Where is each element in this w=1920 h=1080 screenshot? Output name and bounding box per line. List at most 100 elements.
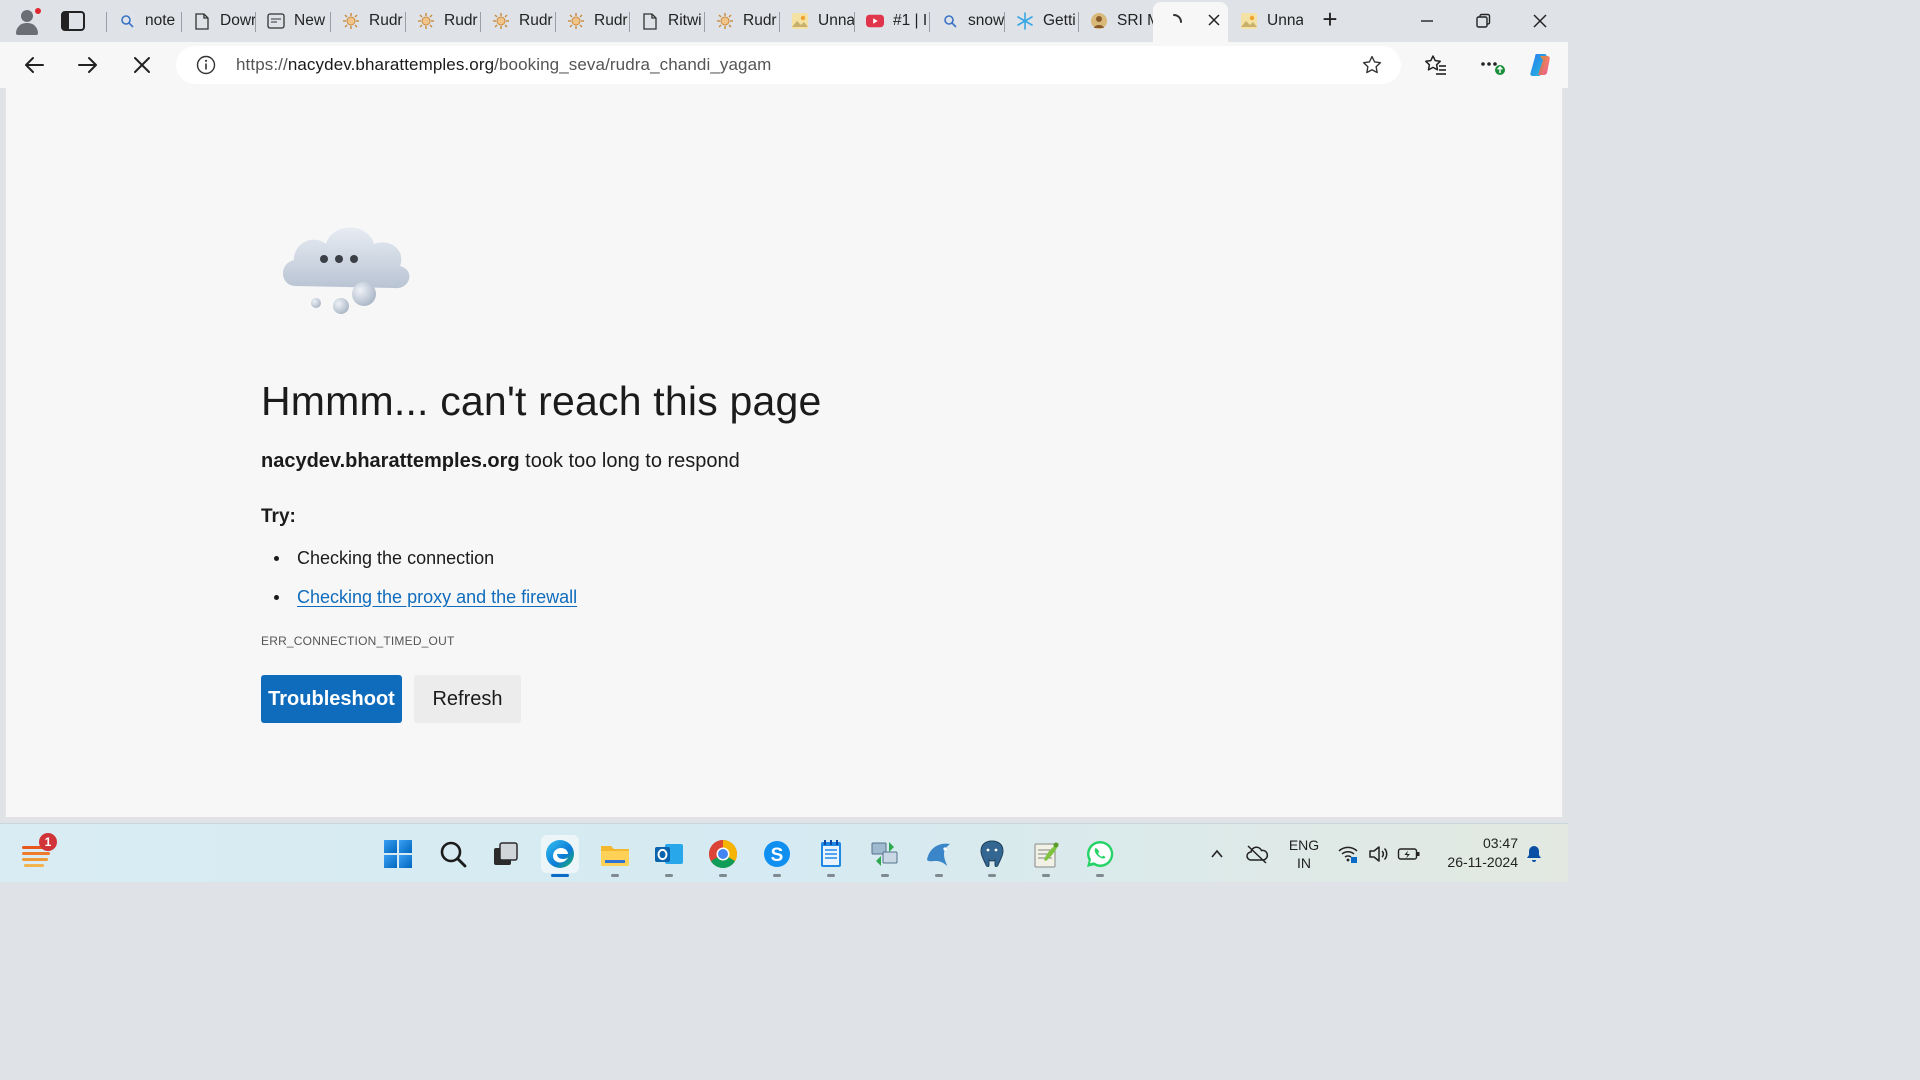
taskbar-notepad-plus-plus[interactable] [1027,835,1065,877]
taskbar-network-tool[interactable] [866,835,904,877]
chrome-icon [709,840,737,868]
new-tab-button[interactable]: + [1318,6,1342,32]
file-explorer-icon [601,846,629,866]
tab-title: #1 | I [893,12,928,29]
tab-separator [629,12,630,32]
youtube-icon [866,12,884,30]
minimize-button[interactable] [1412,6,1442,36]
tab-title: Getti [1043,12,1076,29]
browser-tab[interactable]: SRI M [1078,4,1153,38]
cloud-error-icon [276,220,416,320]
whatsapp-icon [1087,840,1114,867]
edge-icon [546,840,574,868]
tab-title: note [145,12,176,29]
tab-separator [854,12,855,32]
back-button[interactable] [19,50,49,80]
page-content: Hmmm... can't reach this page nacydev.bh… [5,88,1563,818]
tab-title: Unna [1267,12,1303,29]
try-heading: Try: [261,506,296,527]
restore-button[interactable] [1468,6,1498,36]
start-button[interactable] [379,835,417,873]
profile-avatar-icon[interactable] [13,7,42,35]
battery-charging-icon[interactable] [1396,824,1422,883]
forward-button[interactable] [73,50,103,80]
taskbar-dbeaver[interactable] [920,835,958,877]
tab-title: Rudr [369,12,403,29]
dbeaver-icon [927,843,950,866]
taskbar-file-explorer[interactable] [596,835,634,877]
browser-tab-active[interactable] [1153,2,1228,42]
close-tab-icon[interactable] [1208,13,1220,31]
troubleshoot-button[interactable]: Troubleshoot [261,675,402,723]
taskbar: 1 S ENG IN 03:47 26-11-2024 [0,823,1568,882]
copilot-icon[interactable] [1527,51,1555,79]
error-host: nacydev.bharattemples.org [261,450,520,472]
notepad-icon [821,840,841,867]
system-clock[interactable]: 03:47 26-11-2024 [1434,834,1518,872]
browser-tab[interactable]: note [106,4,181,38]
browser-tab[interactable]: Rudr [480,4,555,38]
refresh-button[interactable]: Refresh [414,675,521,723]
browser-toolbar: https://nacydev.bharattemples.org/bookin… [0,42,1568,88]
settings-more-icon[interactable] [1479,53,1505,77]
tab-separator [181,12,182,32]
tab-title: Unna [818,12,854,29]
taskbar-outlook[interactable] [650,835,688,877]
notifications-bell-icon[interactable] [1522,824,1546,883]
taskbar-search-button[interactable] [434,835,472,873]
url-host: nacydev.bharattemples.org [287,55,495,74]
task-view-button[interactable] [487,835,525,873]
browser-tab[interactable]: Dowr [181,4,255,38]
tab-separator [704,12,705,32]
browser-tab[interactable]: New [255,4,330,38]
site-info-icon[interactable] [196,55,216,75]
browser-tab[interactable]: #1 | I [854,4,929,38]
browser-tab[interactable]: Getti [1004,4,1078,38]
url-scheme: https:// [236,55,288,74]
onedrive-offline-icon[interactable] [1243,824,1271,883]
loading-icon [1165,13,1183,31]
address-bar[interactable]: https://nacydev.bharattemples.org/bookin… [176,46,1401,84]
suggestion-item: Checking the connection [274,548,494,569]
region-code: IN [1297,855,1311,871]
tab-separator [1004,12,1005,32]
tab-title: Rudr [444,12,478,29]
tab-actions-menu-icon[interactable] [60,9,86,33]
favorites-icon[interactable] [1424,53,1448,77]
taskbar-skype[interactable]: S [758,835,796,877]
volume-icon[interactable] [1366,824,1390,883]
tab-separator [255,12,256,32]
taskbar-whatsapp[interactable] [1081,835,1119,877]
temple-icon [342,12,360,30]
language-code: ENG [1288,837,1320,853]
favorite-star-icon[interactable] [1361,54,1383,76]
browser-tab[interactable]: Ritwi [629,4,704,38]
taskbar-postgresql[interactable] [973,835,1011,877]
browser-tab[interactable]: Rudr [555,4,629,38]
taskbar-edge[interactable] [541,835,579,877]
browser-tab[interactable]: snow [929,4,1004,38]
back-arrow-icon [25,57,44,73]
image-icon [1240,12,1258,30]
tab-title: Rudr [743,12,777,29]
forward-arrow-icon [78,57,97,73]
wifi-icon[interactable] [1336,824,1360,883]
tab-title: Rudr [594,12,628,29]
search-icon [118,12,136,30]
url-text[interactable]: https://nacydev.bharattemples.org/bookin… [236,55,771,75]
browser-tab[interactable]: Rudr [330,4,405,38]
taskbar-chrome[interactable] [704,835,742,877]
bullet [274,595,279,600]
input-language-indicator[interactable]: ENG IN [1288,836,1320,872]
clock-date: 26-11-2024 [1447,854,1518,870]
browser-tab[interactable]: Rudr [704,4,779,38]
browser-tab[interactable]: Rudr [405,4,480,38]
stop-loading-button[interactable] [127,50,157,80]
page-icon [641,12,659,30]
close-window-button[interactable] [1525,6,1555,36]
suggestion-proxy-firewall-link[interactable]: Checking the proxy and the firewall [297,587,577,608]
taskbar-notepad[interactable] [812,835,850,877]
browser-tab[interactable]: Unna [1228,4,1303,38]
show-hidden-icons-button[interactable] [1205,824,1229,883]
browser-tab[interactable]: Unna [779,4,854,38]
